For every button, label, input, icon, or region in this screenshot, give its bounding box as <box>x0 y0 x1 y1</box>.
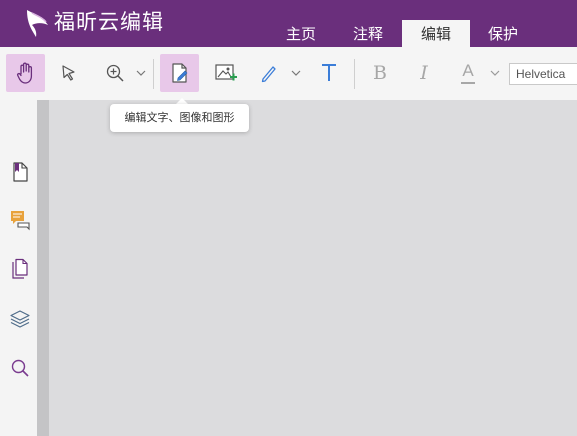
hand-icon <box>16 62 32 84</box>
font-color-swatch <box>461 82 475 84</box>
sidebar-item-comments[interactable] <box>8 208 32 232</box>
pen-tool-button[interactable] <box>255 54 283 92</box>
add-text-button[interactable] <box>315 54 343 92</box>
insert-image-button[interactable] <box>212 54 240 92</box>
pen-dropdown-chevron-down-icon[interactable] <box>290 67 302 79</box>
app-title: 福昕云编辑 <box>54 10 164 34</box>
bold-button[interactable]: B <box>368 54 392 92</box>
sidebar-item-layers[interactable] <box>8 307 32 331</box>
pen-icon <box>261 66 276 83</box>
select-arrow-icon <box>62 65 75 81</box>
sidebar-panel-edge <box>37 100 49 436</box>
ribbon-tabs: 主页 注释 编辑 保护 <box>268 20 536 47</box>
layers-icon <box>10 310 30 328</box>
sidebar-item-search[interactable] <box>8 356 32 380</box>
left-sidebar <box>0 100 37 436</box>
toolbar-divider <box>354 59 355 89</box>
italic-button[interactable]: I <box>412 54 436 92</box>
font-color-button[interactable]: A <box>456 54 480 92</box>
tab-protect[interactable]: 保护 <box>470 20 536 47</box>
comments-icon <box>11 211 30 231</box>
zoom-tool-button[interactable] <box>101 54 129 92</box>
edit-text-image-button[interactable] <box>160 54 199 92</box>
select-tool-button[interactable] <box>55 54 83 92</box>
toolbar-divider <box>153 59 154 89</box>
italic-icon: I <box>420 62 428 84</box>
bold-icon: B <box>373 62 387 84</box>
pages-icon <box>12 258 28 279</box>
sidebar-item-pages[interactable] <box>8 257 32 281</box>
app-window: 福昕云编辑 主页 注释 编辑 保护 B I A Helvetica 编辑文字、图… <box>0 0 577 436</box>
hand-tool-button[interactable] <box>6 54 45 92</box>
edit-toolbar: B I A <box>0 47 577 100</box>
zoom-dropdown-chevron-down-icon[interactable] <box>135 67 147 79</box>
foxit-logo-icon <box>27 10 48 37</box>
edit-text-image-icon <box>171 63 187 83</box>
font-name-field[interactable] <box>509 63 577 85</box>
tab-home[interactable]: 主页 <box>268 20 334 47</box>
zoom-icon <box>106 64 124 82</box>
bookmark-icon <box>13 162 28 182</box>
search-icon <box>11 359 29 377</box>
sidebar-item-bookmarks[interactable] <box>8 160 32 184</box>
title-bar: 福昕云编辑 主页 注释 编辑 保护 <box>0 0 577 47</box>
tab-edit[interactable]: 编辑 <box>402 20 470 47</box>
insert-image-icon <box>215 64 237 81</box>
document-canvas[interactable] <box>49 100 577 436</box>
font-color-dropdown-chevron-down-icon[interactable] <box>489 67 501 79</box>
add-text-icon <box>322 64 336 81</box>
edit-tooltip: 编辑文字、图像和图形 <box>110 104 249 132</box>
tab-annotate[interactable]: 注释 <box>334 20 402 47</box>
font-color-icon: A <box>462 61 474 80</box>
